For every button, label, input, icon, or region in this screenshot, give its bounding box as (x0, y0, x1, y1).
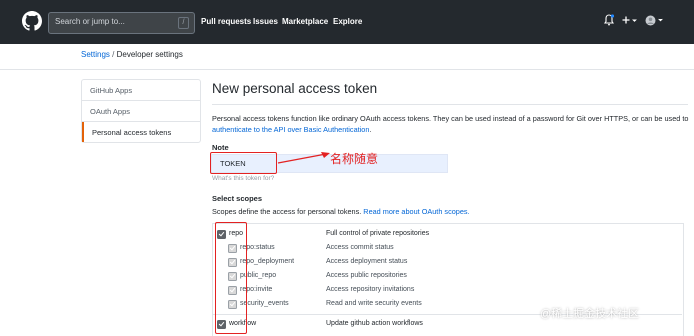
scope-description: Read and write security events (326, 300, 422, 307)
annotation-text: 名称随意 (330, 152, 379, 166)
plus-icon[interactable] (622, 16, 638, 25)
scope-name: repo_deployment (240, 258, 295, 265)
scope-description: Access deployment status (326, 258, 408, 265)
breadcrumb-settings-link[interactable]: Settings (81, 50, 110, 59)
sidebar-item-label: Personal access tokens (92, 128, 172, 137)
slash-shortcut-icon: / (178, 17, 189, 29)
annotation-arrow-icon (277, 152, 330, 164)
nav-issues[interactable]: Issues (253, 17, 278, 26)
scope-description: Access repository invitations (326, 286, 415, 293)
sidebar-item-github-apps[interactable]: GitHub Apps (82, 80, 200, 101)
sidebar-item-personal-access-tokens[interactable]: Personal access tokens (82, 122, 202, 142)
sidebar-item-label: GitHub Apps (90, 86, 133, 95)
sidebar-item-label: OAuth Apps (90, 107, 131, 116)
scopes-label: Select scopes (212, 194, 263, 203)
breadcrumb-current: Developer settings (116, 50, 183, 59)
scope-description: Access commit status (326, 244, 394, 251)
scope-row-repo-deployment: repo_deployment Access deployment status (0, 257, 694, 269)
note-hint: What's this token for? (212, 175, 275, 182)
nav-pull-requests[interactable]: Pull requests (201, 17, 251, 26)
scopes-description-text: Scopes define the access for personal to… (212, 207, 364, 216)
title-divider (212, 104, 688, 105)
annotation-box-scopes (215, 222, 247, 334)
avatar-icon[interactable] (645, 15, 665, 26)
github-logo-icon[interactable] (22, 11, 42, 31)
description-end: . (369, 125, 372, 134)
search-placeholder: Search or jump to... (55, 17, 125, 26)
search-input[interactable]: Search or jump to... / (48, 12, 195, 34)
page-title: New personal access token (212, 81, 378, 96)
bell-icon[interactable] (604, 14, 614, 26)
watermark: @稀土掘金技术社区 (540, 308, 640, 320)
header-divider (0, 69, 694, 70)
basic-auth-link[interactable]: authenticate to the API over Basic Authe… (212, 125, 369, 134)
scope-description: Access public repositories (326, 272, 407, 279)
scope-name: security_events (240, 300, 289, 307)
oauth-scopes-link[interactable]: Read more about OAuth scopes. (363, 207, 469, 216)
scopes-description: Scopes define the access for personal to… (212, 207, 470, 216)
scope-row-repo-invite: repo:invite Access repository invitation… (0, 285, 694, 297)
scope-row-repo: repo Full control of private repositorie… (0, 229, 694, 241)
description-text: Personal access tokens function like ord… (212, 114, 689, 123)
scope-row-repo-status: repo:status Access commit status (0, 243, 694, 255)
scope-row-public-repo: public_repo Access public repositories (0, 271, 694, 283)
sidebar-item-oauth-apps[interactable]: OAuth Apps (82, 101, 200, 122)
breadcrumb: Settings / Developer settings (81, 50, 183, 59)
breadcrumb-separator: / (112, 50, 115, 59)
nav-explore[interactable]: Explore (333, 17, 362, 26)
scope-description: Full control of private repositories (326, 230, 430, 237)
page-description: Personal access tokens function like ord… (212, 113, 692, 135)
annotation-box-note (210, 152, 277, 174)
nav-marketplace[interactable]: Marketplace (282, 17, 328, 26)
scope-description: Update github action workflows (326, 320, 423, 327)
settings-sidebar: GitHub Apps OAuth Apps Personal access t… (81, 79, 201, 143)
top-header: Search or jump to... / Pull requests Iss… (0, 0, 694, 44)
note-label: Note (212, 143, 229, 152)
